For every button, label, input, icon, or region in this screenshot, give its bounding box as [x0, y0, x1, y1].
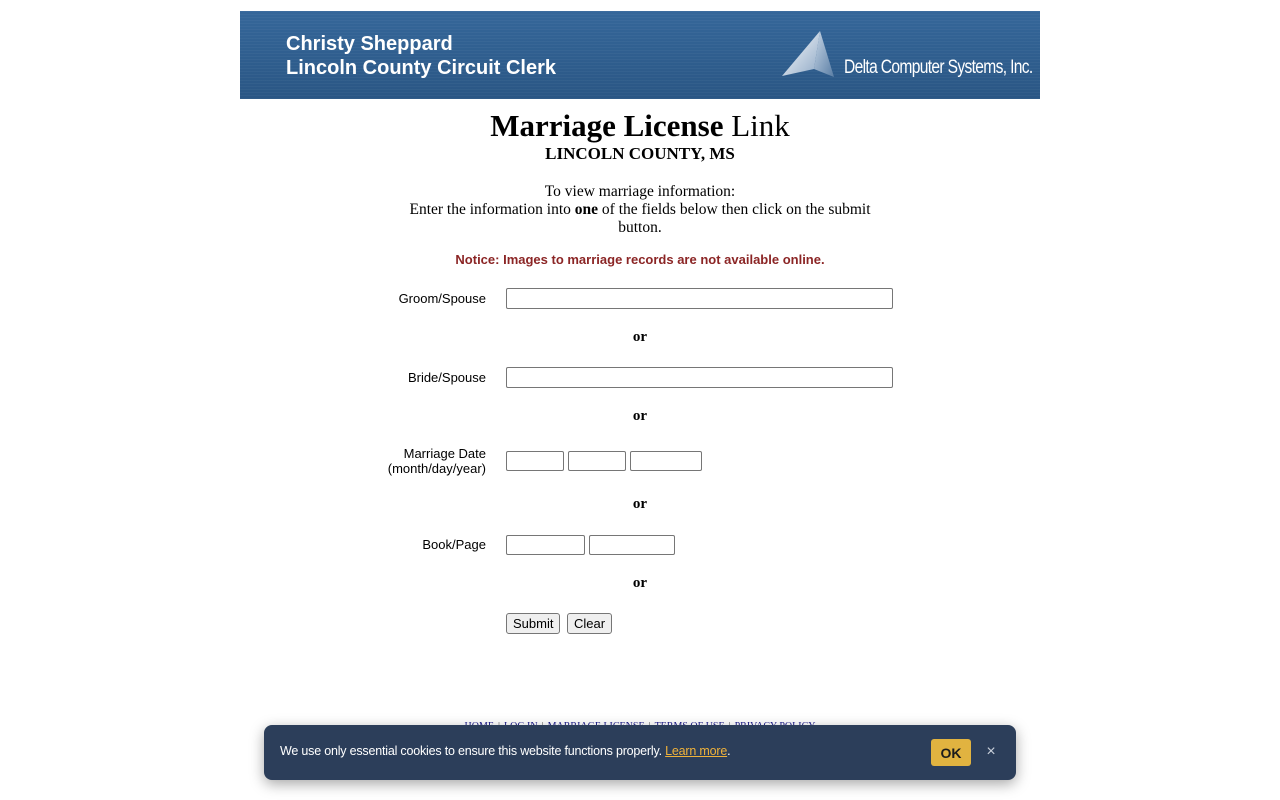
logo-text: Delta Computer Systems, Inc.	[844, 57, 1033, 78]
month-input[interactable]	[506, 451, 564, 471]
bride-input[interactable]	[506, 367, 893, 388]
clerk-title: Lincoln County Circuit Clerk	[286, 57, 557, 79]
instructions-line2-pre: Enter the information into	[409, 201, 571, 218]
groom-input[interactable]	[506, 288, 893, 309]
pyramid-logo-icon	[782, 31, 834, 77]
groom-label: Groom/Spouse	[398, 291, 486, 306]
book-page-label: Book/Page	[422, 537, 486, 552]
instructions-line2-post: of the fields below then click on the su…	[601, 201, 871, 236]
year-input[interactable]	[630, 451, 702, 471]
marriage-date-label-line2: (month/day/year)	[387, 461, 486, 476]
or-separator: or	[632, 329, 648, 345]
page-input[interactable]	[589, 535, 675, 555]
day-input[interactable]	[568, 451, 626, 471]
delta-logo: Delta Computer Systems, Inc.	[778, 29, 1033, 91]
or-separator: or	[632, 575, 648, 591]
header-banner: Christy Sheppard Lincoln County Circuit …	[240, 11, 1040, 99]
clerk-name: Christy Sheppard	[286, 33, 453, 55]
close-icon[interactable]: ×	[984, 742, 998, 762]
cookie-banner: We use only essential cookies to ensure …	[264, 725, 1016, 780]
cookie-learn-more-link[interactable]: Learn more	[665, 744, 727, 758]
marriage-date-label-line1: Marriage Date	[403, 446, 486, 461]
page-title: Marriage License Link	[0, 106, 1280, 146]
book-input[interactable]	[506, 535, 585, 555]
instructions-line2-bold: one	[574, 201, 599, 218]
bride-label: Bride/Spouse	[407, 370, 486, 385]
clerk-info: Christy Sheppard Lincoln County Circuit …	[286, 32, 556, 80]
instructions-line2: Enter the information into one of the fi…	[390, 201, 890, 237]
cookie-message: We use only essential cookies to ensure …	[280, 744, 731, 758]
or-separator: or	[632, 408, 648, 424]
cookie-ok-button[interactable]: OK	[931, 739, 971, 766]
page-title-bold: Marriage License	[490, 108, 724, 143]
county-name: LINCOLN COUNTY, MS	[545, 144, 735, 163]
page-title-plain: Link	[731, 108, 790, 143]
clear-button[interactable]: Clear	[567, 613, 613, 634]
instructions-line1: To view marriage information:	[544, 183, 736, 200]
notice-text: Notice: Images to marriage records are n…	[455, 252, 825, 267]
cookie-period: .	[727, 744, 731, 758]
cookie-message-text: We use only essential cookies to ensure …	[280, 744, 662, 758]
marriage-date-label: Marriage Date (month/day/year)	[286, 446, 486, 476]
submit-button[interactable]: Submit	[506, 613, 561, 634]
or-separator: or	[632, 496, 648, 512]
instructions: To view marriage information: Enter the …	[390, 183, 890, 237]
